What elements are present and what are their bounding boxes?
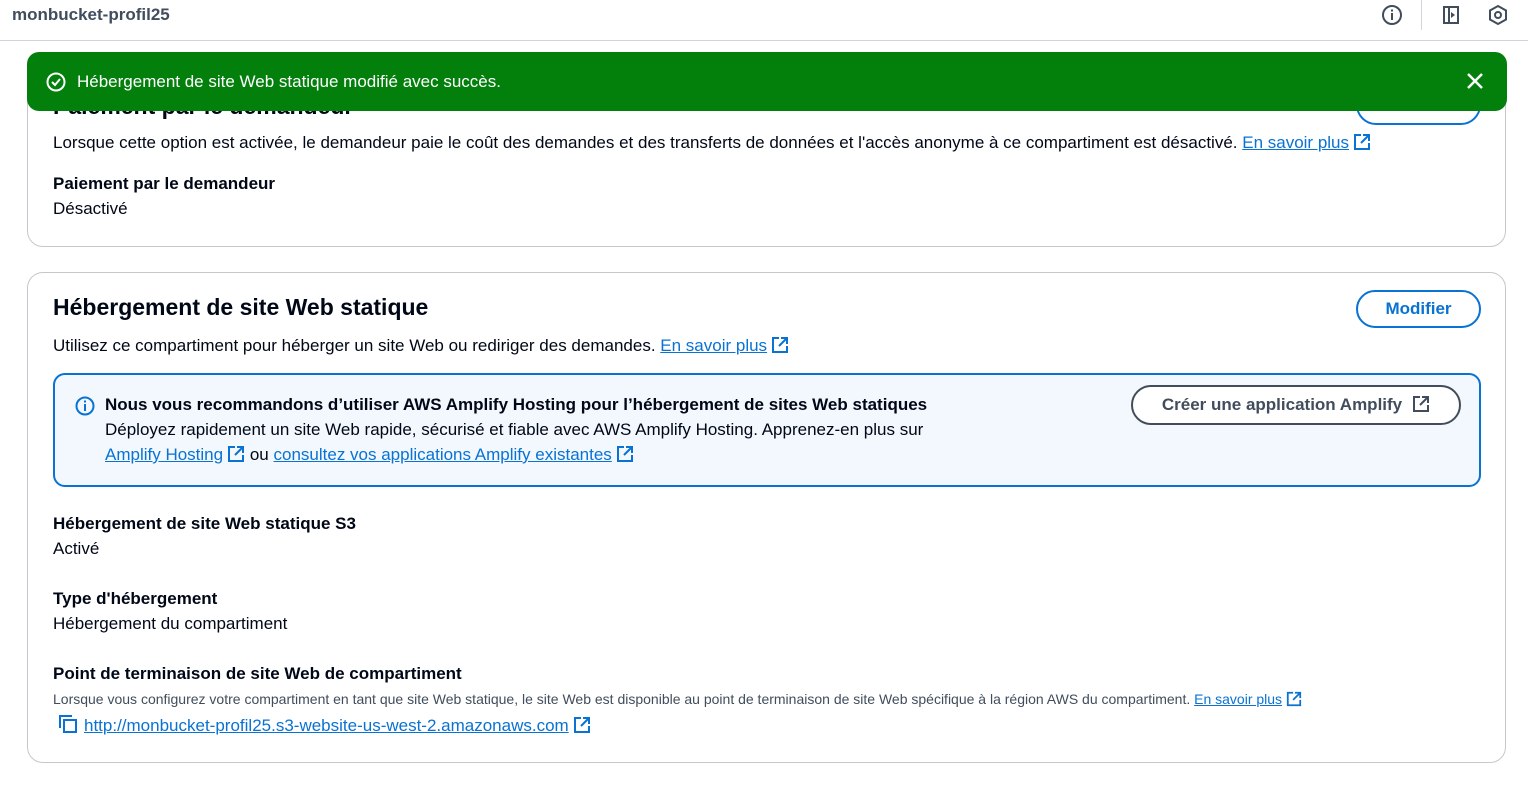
static-hosting-title: Hébergement de site Web statique bbox=[53, 294, 429, 320]
amplify-info-body: Déployez rapidement un site Web rapide, … bbox=[105, 420, 924, 439]
panel-toggle-icon[interactable] bbox=[1440, 4, 1462, 26]
static-hosting-edit-button[interactable]: Modifier bbox=[1356, 290, 1481, 328]
endpoint-description-row: Lorsque vous configurez votre compartime… bbox=[53, 691, 1302, 710]
info-icon[interactable] bbox=[1381, 4, 1403, 26]
flash-message: Hébergement de site Web statique modifié… bbox=[77, 72, 501, 91]
divider bbox=[1421, 0, 1422, 30]
amplify-hosting-link[interactable]: Amplify Hosting bbox=[105, 445, 223, 464]
requester-pays-field-label: Paiement par le demandeur bbox=[53, 174, 276, 193]
external-link-icon bbox=[227, 445, 245, 468]
existing-amplify-apps-link[interactable]: consultez vos applications Amplify exist… bbox=[274, 445, 612, 464]
close-icon[interactable] bbox=[1465, 71, 1485, 96]
external-link-icon bbox=[573, 716, 591, 739]
endpoint-description: Lorsque vous configurez votre compartime… bbox=[53, 691, 1191, 707]
top-bar: monbucket-profil25 bbox=[0, 0, 1528, 41]
static-hosting-panel: Hébergement de site Web statique Modifie… bbox=[27, 272, 1506, 763]
amplify-info-heading: Nous vous recommandons d’utiliser AWS Am… bbox=[105, 395, 928, 414]
copy-icon[interactable] bbox=[58, 714, 78, 739]
endpoint-url-link[interactable]: http://monbucket-profil25.s3-website-us-… bbox=[84, 716, 569, 735]
static-hosting-learn-more-link[interactable]: En savoir plus bbox=[660, 336, 767, 355]
endpoint-url-row: http://monbucket-profil25.s3-website-us-… bbox=[58, 714, 591, 739]
success-flash-banner: Hébergement de site Web statique modifié… bbox=[27, 52, 1507, 111]
external-link-icon bbox=[616, 445, 634, 468]
hosting-type-label: Type d'hébergement bbox=[53, 589, 218, 608]
settings-hex-icon[interactable] bbox=[1487, 4, 1509, 26]
endpoint-label: Point de terminaison de site Web de comp… bbox=[53, 664, 462, 683]
bucket-name-title: monbucket-profil25 bbox=[12, 5, 170, 24]
endpoint-learn-more-link[interactable]: En savoir plus bbox=[1194, 691, 1282, 707]
external-link-icon bbox=[1353, 133, 1371, 156]
amplify-info-connector: ou bbox=[249, 445, 269, 464]
static-hosting-description: Utilisez ce compartiment pour héberger u… bbox=[53, 336, 656, 355]
success-check-icon bbox=[46, 72, 66, 97]
create-amplify-app-label: Créer une application Amplify bbox=[1161, 395, 1403, 414]
external-link-icon bbox=[1412, 390, 1430, 426]
create-amplify-app-button[interactable]: Créer une application Amplify bbox=[1131, 385, 1461, 425]
requester-pays-field-value: Désactivé bbox=[53, 199, 128, 218]
static-hosting-description-row: Utilisez ce compartiment pour héberger u… bbox=[53, 336, 789, 359]
external-link-icon bbox=[1286, 691, 1302, 710]
requester-pays-description: Lorsque cette option est activée, le dem… bbox=[53, 133, 1238, 152]
amplify-info-links: Amplify Hosting ou consultez vos applica… bbox=[105, 445, 634, 468]
requester-pays-description-row: Lorsque cette option est activée, le dem… bbox=[53, 133, 1371, 156]
amplify-info-alert: Nous vous recommandons d’utiliser AWS Am… bbox=[53, 373, 1481, 487]
s3-hosting-label: Hébergement de site Web statique S3 bbox=[53, 514, 356, 533]
external-link-icon bbox=[771, 336, 789, 359]
info-icon bbox=[75, 396, 95, 421]
hosting-type-value: Hébergement du compartiment bbox=[53, 614, 288, 633]
s3-hosting-value: Activé bbox=[53, 539, 100, 558]
requester-pays-learn-more-link[interactable]: En savoir plus bbox=[1242, 133, 1349, 152]
